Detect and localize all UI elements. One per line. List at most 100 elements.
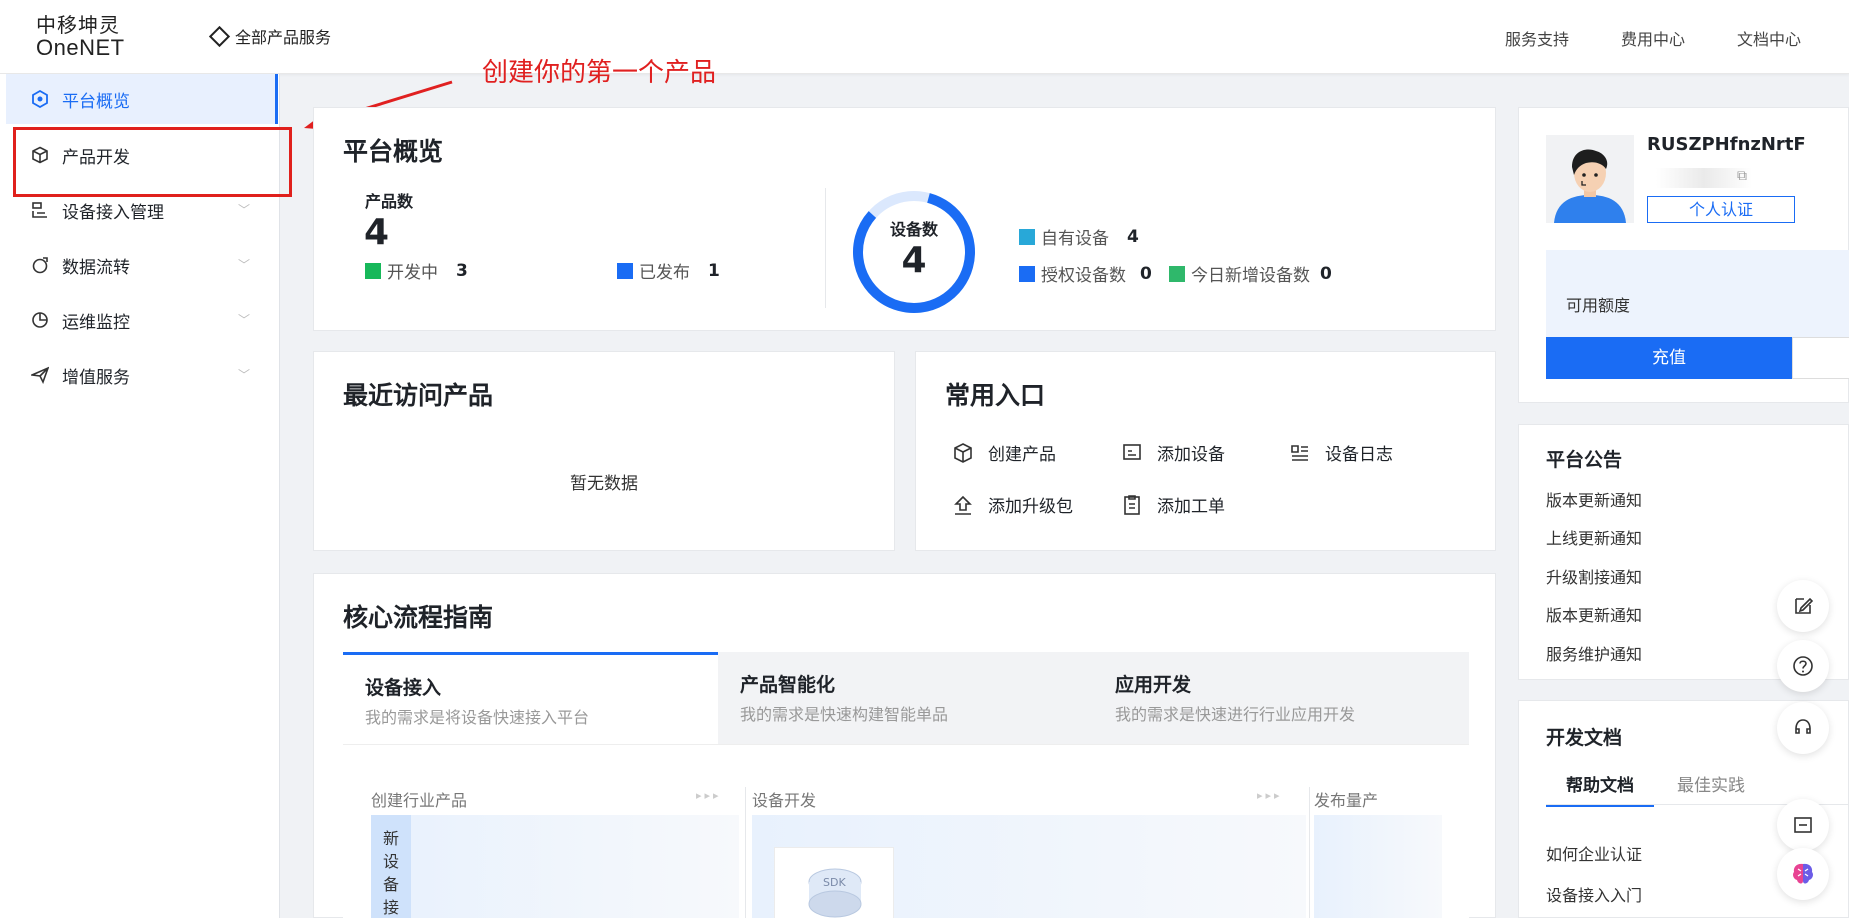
flow-area	[1314, 815, 1442, 918]
tab-help-docs[interactable]: 帮助文档	[1546, 771, 1654, 807]
sidebar-item-value-added[interactable]: 增值服务 ﹀	[6, 350, 278, 400]
recharge-button[interactable]: 充值	[1546, 337, 1792, 379]
entry-label: 添加升级包	[988, 497, 1073, 517]
own-devices-stat: 自有设备 4	[1019, 224, 1139, 249]
entry-label: 设备日志	[1325, 445, 1393, 465]
nav-billing-center[interactable]: 费用中心	[1621, 26, 1685, 50]
secondary-button[interactable]	[1792, 337, 1849, 379]
quota-panel: 可用额度	[1546, 250, 1849, 350]
entry-add-ticket[interactable]: 添加工单	[1121, 492, 1225, 517]
logo-cn-text: 中移坤灵	[36, 13, 120, 37]
device-count-value: 4	[901, 240, 927, 281]
question-icon	[1793, 656, 1813, 676]
personal-certification-button[interactable]: 个人认证	[1647, 196, 1795, 223]
doc-link[interactable]: 设备接入入门	[1546, 882, 1642, 906]
flow-diagram: 创建行业产品 ▸▸▸ 设备开发 ▸▸▸ 发布量产 新设备接 SDK	[343, 744, 1469, 918]
recent-products-card: 最近访问产品 暂无数据	[313, 351, 895, 551]
tab-product-intelligence[interactable]: 产品智能化 我的需求是快速构建智能单品	[718, 652, 1093, 744]
log-icon	[1291, 444, 1308, 461]
headset-icon	[1795, 719, 1811, 734]
doc-link[interactable]: 如何企业认证	[1546, 841, 1642, 865]
new-today-stat: 今日新增设备数 0	[1169, 261, 1332, 286]
sidebar-item-ops-monitor[interactable]: 运维监控 ﹀	[6, 295, 278, 345]
authorized-label: 授权设备数	[1041, 266, 1126, 286]
username: RUSZPHfnzNrtF	[1647, 134, 1806, 155]
sidebar: 平台概览 产品开发 设备接入管理 ﹀ 数据流转 ﹀ 运维监控 ﹀ 增值服务 ﹀	[0, 74, 280, 918]
entry-create-product[interactable]: 创建产品	[952, 440, 1056, 465]
announcement-item[interactable]: 版本更新通知	[1546, 602, 1642, 626]
annotation-highlight-box	[13, 127, 292, 197]
ai-assistant-button[interactable]	[1777, 848, 1829, 900]
developing-label: 开发中	[387, 263, 438, 283]
diamond-icon	[208, 25, 231, 47]
published-icon	[617, 262, 633, 279]
copy-icon[interactable]: ⧉	[1737, 168, 1747, 184]
entry-add-upgrade-package[interactable]: 添加升级包	[952, 492, 1073, 517]
feedback-edit-button[interactable]	[1777, 580, 1829, 632]
developing-value: 3	[456, 260, 468, 281]
avatar[interactable]	[1546, 135, 1634, 223]
device-access-icon	[30, 200, 50, 220]
tab-desc: 我的需求是快速构建智能单品	[740, 705, 949, 724]
product-count-label: 产品数	[365, 192, 414, 211]
new-today-value: 0	[1320, 263, 1332, 284]
top-nav: 服务支持 费用中心 文档中心	[1505, 26, 1801, 50]
help-button[interactable]	[1777, 640, 1829, 692]
product-count-value: 4	[364, 212, 390, 253]
all-products-menu[interactable]: 全部产品服务	[208, 24, 332, 48]
entry-add-device[interactable]: 添加设备	[1121, 440, 1225, 465]
sidebar-item-label: 设备接入管理	[62, 202, 164, 223]
divider	[745, 787, 746, 918]
tab-app-development[interactable]: 应用开发 我的需求是快速进行行业应用开发	[1093, 652, 1468, 744]
entry-title: 常用入口	[945, 381, 1046, 410]
pie-chart-icon	[30, 310, 50, 330]
customer-service-button[interactable]	[1777, 702, 1829, 754]
platform-overview-icon	[30, 89, 50, 109]
announcement-item[interactable]: 服务维护通知	[1546, 641, 1642, 665]
announcement-item[interactable]: 版本更新通知	[1546, 487, 1642, 511]
tab-best-practice[interactable]: 最佳实践	[1677, 771, 1745, 796]
core-flow-guide-card: 核心流程指南 设备接入 我的需求是将设备快速接入平台 产品智能化 我的需求是快速…	[313, 573, 1496, 918]
guide-title: 核心流程指南	[343, 603, 494, 632]
new-today-label: 今日新增设备数	[1191, 266, 1310, 286]
chevron-down-icon: ﹀	[237, 313, 250, 327]
authorized-value: 0	[1140, 263, 1152, 284]
tab-desc: 我的需求是将设备快速接入平台	[365, 708, 590, 727]
recent-title: 最近访问产品	[343, 381, 494, 410]
published-stat: 已发布 1	[617, 258, 720, 283]
clipboard-icon	[1124, 494, 1140, 515]
box-icon	[954, 442, 972, 463]
logo-en-text: OneNET	[36, 35, 125, 60]
sidebar-item-label: 增值服务	[62, 367, 130, 388]
announcement-item[interactable]: 上线更新通知	[1546, 525, 1642, 549]
device-count-label: 设备数	[889, 220, 938, 239]
sidebar-item-label: 平台概览	[62, 91, 130, 112]
authorized-stat: 授权设备数 0	[1019, 261, 1152, 286]
own-devices-value: 4	[1127, 226, 1139, 247]
collapse-button[interactable]	[1777, 799, 1829, 851]
entry-device-log[interactable]: 设备日志	[1289, 440, 1393, 465]
top-header: 中移坤灵 OneNET 全部产品服务 服务支持 费用中心 文档中心	[0, 0, 1849, 74]
announcement-item[interactable]: 升级割接通知	[1546, 564, 1642, 588]
logo[interactable]: 中移坤灵 OneNET	[36, 14, 125, 60]
send-icon	[30, 365, 50, 385]
tab-desc: 我的需求是快速进行行业应用开发	[1115, 705, 1356, 724]
sidebar-item-platform-overview[interactable]: 平台概览	[6, 74, 278, 124]
trend-icon	[1169, 265, 1185, 282]
flow-step-label: 发布量产	[1314, 791, 1379, 810]
sdk-icon: SDK	[808, 868, 862, 918]
dots-icon: ▸▸▸	[696, 789, 722, 802]
chevron-down-icon: ﹀	[237, 368, 250, 382]
announcement-title: 平台公告	[1546, 449, 1623, 471]
nav-service-support[interactable]: 服务支持	[1505, 26, 1569, 50]
device-icon	[1123, 443, 1141, 460]
tab-device-access[interactable]: 设备接入 我的需求是将设备快速接入平台	[343, 652, 718, 744]
ai-brain-icon	[1793, 863, 1813, 884]
own-devices-label: 自有设备	[1041, 229, 1109, 249]
all-products-label: 全部产品服务	[235, 28, 332, 47]
entry-label: 添加设备	[1157, 445, 1225, 465]
sidebar-item-data-flow[interactable]: 数据流转 ﹀	[6, 240, 278, 290]
sidebar-item-label: 数据流转	[62, 257, 130, 278]
nav-docs-center[interactable]: 文档中心	[1737, 26, 1801, 50]
sdk-text: SDK	[823, 876, 846, 889]
